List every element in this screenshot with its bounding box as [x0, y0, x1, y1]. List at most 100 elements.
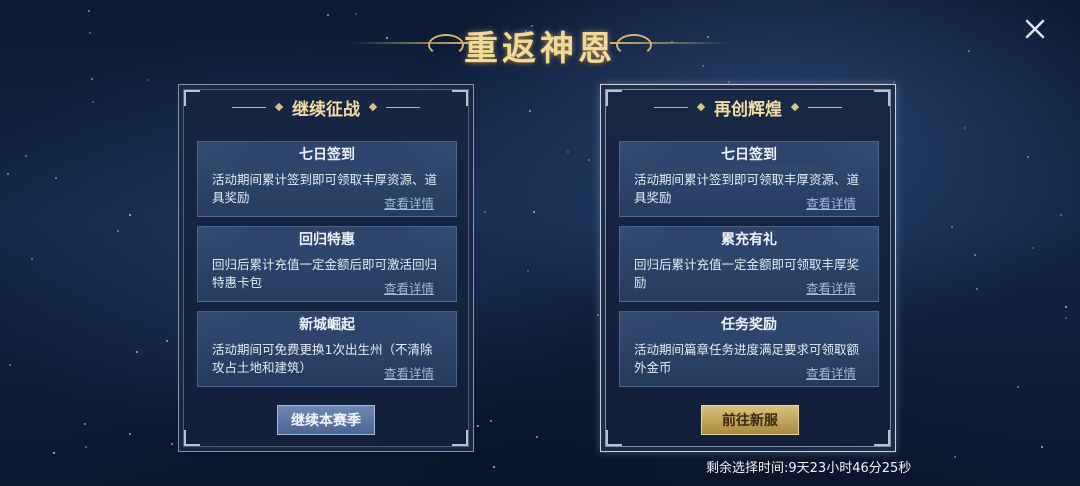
star — [974, 254, 976, 256]
star — [588, 159, 590, 161]
star — [728, 81, 730, 83]
star — [529, 110, 531, 112]
star — [25, 155, 27, 157]
star — [327, 14, 329, 16]
star — [1017, 386, 1019, 388]
star — [85, 446, 87, 448]
card-title-bar: 七日签到 — [198, 142, 456, 166]
star — [536, 436, 538, 438]
view-details-link[interactable]: 查看详情 — [806, 278, 856, 297]
star — [55, 177, 57, 179]
star — [92, 101, 94, 103]
card-title: 任务奖励 — [721, 317, 777, 333]
star — [53, 452, 55, 454]
feature-card: 任务奖励 活动期间篇章任务进度满足要求可领取额外金币 查看详情 — [619, 311, 879, 387]
star — [527, 270, 529, 272]
star — [7, 173, 9, 175]
header-line — [808, 106, 842, 108]
header-line — [654, 106, 688, 108]
panel-header: 继续征战 — [179, 93, 473, 121]
title-banner: 重返神恩 — [330, 20, 750, 70]
star — [171, 443, 173, 445]
star — [147, 79, 149, 81]
star — [1032, 247, 1034, 249]
star — [597, 314, 599, 316]
panel-header: 再创辉煌 — [601, 93, 895, 121]
feature-card: 七日签到 活动期间累计签到即可领取丰厚资源、道具奖励 查看详情 — [619, 141, 879, 217]
close-icon — [1025, 19, 1045, 39]
header-line — [232, 106, 266, 108]
star — [84, 423, 86, 425]
feature-card: 回归特惠 回归后累计充值一定金额后即可激活回归特惠卡包 查看详情 — [197, 226, 457, 302]
panel-title: 再创辉煌 — [714, 99, 782, 120]
card-title-bar: 回归特惠 — [198, 227, 456, 251]
card-title-bar: 七日签到 — [620, 142, 878, 166]
go-new-server-button[interactable]: 前往新服 — [701, 405, 799, 435]
star — [964, 127, 966, 129]
card-title: 回归特惠 — [299, 232, 355, 248]
view-details-link[interactable]: 查看详情 — [384, 278, 434, 297]
star — [567, 151, 569, 153]
view-details-link[interactable]: 查看详情 — [384, 193, 434, 212]
title-swirl-right — [616, 34, 652, 56]
corner-ornament — [874, 430, 890, 446]
panel-new-server[interactable]: 再创辉煌 七日签到 活动期间累计签到即可领取丰厚资源、道具奖励 查看详情 累充有… — [600, 84, 896, 452]
star — [89, 32, 91, 34]
panel-continue[interactable]: 继续征战 七日签到 活动期间累计签到即可领取丰厚资源、道具奖励 查看详情 回归特… — [178, 84, 474, 452]
star — [129, 433, 131, 435]
diamond-icon — [274, 102, 284, 112]
corner-ornament — [606, 430, 622, 446]
star — [355, 13, 357, 15]
star — [954, 456, 956, 458]
card-title-bar: 任务奖励 — [620, 312, 878, 336]
feature-card: 七日签到 活动期间累计签到即可领取丰厚资源、道具奖励 查看详情 — [197, 141, 457, 217]
star — [31, 258, 33, 260]
star — [1041, 446, 1043, 448]
star — [893, 81, 895, 83]
card-title: 七日签到 — [721, 147, 777, 163]
card-title: 累充有礼 — [721, 232, 777, 248]
view-details-link[interactable]: 查看详情 — [806, 193, 856, 212]
star — [968, 50, 970, 52]
feature-card: 累充有礼 回归后累计充值一定金额即可领取丰厚奖励 查看详情 — [619, 226, 879, 302]
star — [9, 364, 11, 366]
star — [477, 425, 479, 427]
event-screen: 重返神恩 继续征战 七日签到 活动期间累计签到即可领取丰厚资源、道具奖励 查看详… — [0, 0, 1080, 486]
corner-ornament — [184, 430, 200, 446]
star — [533, 211, 535, 213]
feature-card: 新城崛起 活动期间可免费更换1次出生州（不清除攻占土地和建筑） 查看详情 — [197, 311, 457, 387]
title-ornament-right — [610, 42, 730, 44]
view-details-link[interactable]: 查看详情 — [384, 363, 434, 382]
star — [88, 10, 90, 12]
star — [484, 211, 486, 213]
countdown-timer: 剩余选择时间:9天23小时46分25秒 — [706, 461, 912, 476]
star — [129, 214, 131, 216]
card-title-bar: 累充有礼 — [620, 227, 878, 251]
continue-season-button[interactable]: 继续本赛季 — [277, 405, 375, 435]
diamond-icon — [696, 102, 706, 112]
star — [117, 230, 119, 232]
corner-ornament — [452, 430, 468, 446]
title-swirl-left — [428, 34, 464, 56]
panel-title: 继续征战 — [292, 99, 360, 120]
page-title: 重返神恩 — [464, 28, 616, 69]
star — [1065, 317, 1067, 319]
star — [1065, 306, 1067, 308]
card-title: 新城崛起 — [299, 317, 355, 333]
star — [1027, 156, 1029, 158]
star — [91, 78, 93, 80]
star — [951, 226, 953, 228]
card-title: 七日签到 — [299, 147, 355, 163]
star — [166, 340, 168, 342]
star — [490, 420, 492, 422]
star — [493, 466, 495, 468]
star — [1060, 214, 1062, 216]
diamond-icon — [368, 102, 378, 112]
header-line — [386, 106, 420, 108]
star — [976, 288, 978, 290]
close-button[interactable] — [1018, 14, 1052, 44]
card-title-bar: 新城崛起 — [198, 312, 456, 336]
starfield — [0, 0, 1080, 486]
view-details-link[interactable]: 查看详情 — [806, 363, 856, 382]
diamond-icon — [790, 102, 800, 112]
